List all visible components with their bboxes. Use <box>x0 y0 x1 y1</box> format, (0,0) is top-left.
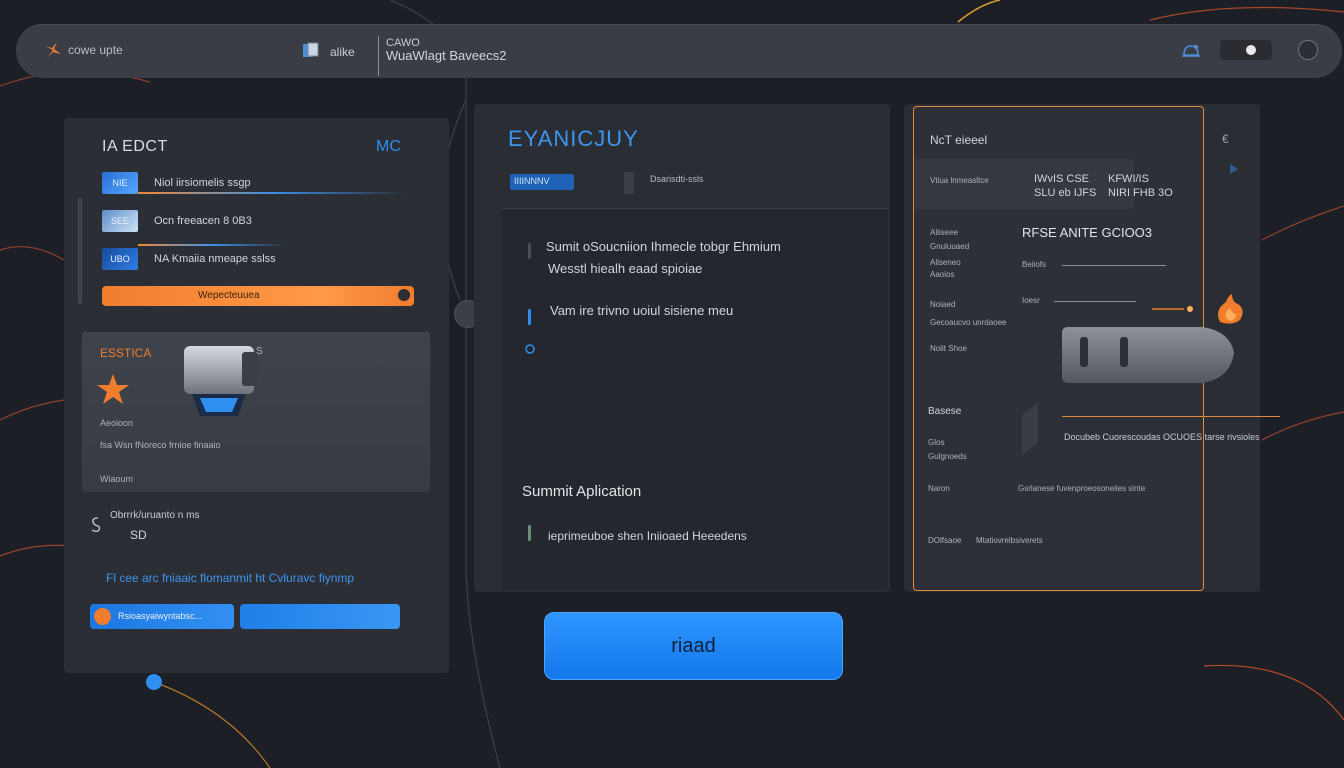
header-col-a: IWvIS CSE <box>1034 173 1090 185</box>
progress-label: Wepecteuuea <box>198 290 260 301</box>
orange-dot-icon <box>94 608 111 625</box>
file-icon[interactable] <box>302 42 320 58</box>
line-marker <box>528 525 531 541</box>
form-line: Vam ire trivno uoiul sisiene meu <box>550 303 734 318</box>
dollar-icon <box>91 517 101 532</box>
application-form: Sumit oSoucniion Ihmecle tobgr Ehmium We… <box>502 208 888 590</box>
top-bar: cowe upte alike CAWO WuaWlagt Baveecs2 <box>16 24 1342 78</box>
tag-icon <box>624 172 634 194</box>
chevron-right-icon[interactable] <box>1230 164 1238 174</box>
row-label: Aliiseee <box>930 228 959 237</box>
flame-icon <box>1218 294 1243 324</box>
brand-name: cowe upte <box>68 43 123 57</box>
card-title: ESSTICA <box>100 346 152 360</box>
center-panel-title: EYANICJUY <box>508 126 639 151</box>
device-icon <box>1022 403 1038 455</box>
form-line: Sumit oSoucniion Ihmecle tobgr Ehmium <box>546 239 781 254</box>
list-item-underline <box>138 192 408 194</box>
form-heading: Summit Aplication <box>522 483 642 500</box>
list-item-thumbnail: SEE <box>102 210 138 232</box>
list-item-label: Ocn freeacen 8 0B3 <box>154 215 252 227</box>
sub-value: SD <box>130 528 147 542</box>
pin-icon <box>525 344 535 354</box>
line-marker <box>528 309 531 325</box>
row-label: Aliseneo <box>930 258 961 267</box>
line-marker <box>528 243 531 259</box>
summary-value: RFSE ANITE GCIOO3 <box>1022 225 1153 240</box>
user-avatar[interactable] <box>1298 40 1318 60</box>
left-panel-scrollbar[interactable] <box>78 198 82 304</box>
list-item-label: NA Kmaiia nmeape sslss <box>154 253 276 265</box>
header-col-b: NIRI FHB 3O <box>1108 187 1173 199</box>
section-row-sub: Mtatiovrelbsiverets <box>976 536 1043 545</box>
section-row-label: Naron <box>928 484 950 493</box>
side-label: € <box>1222 132 1229 146</box>
primary-action-button[interactable]: Rsioasyaiwyntabsc... <box>90 604 234 629</box>
right-panel-title: NcT eieeel <box>930 133 988 147</box>
left-panel: IA EDCT MC NIE Niol iirsiomelis ssgp SEE… <box>64 118 449 673</box>
header-col-b: KFWI/IS <box>1108 173 1149 185</box>
sub-info: Obrrrk/uruanto n ms <box>110 510 200 521</box>
row-value: Aaoios <box>930 270 955 279</box>
device-image <box>184 346 258 416</box>
section-row-label: DOlfsaoe <box>928 536 962 545</box>
card-caption: Aeoioon <box>100 418 134 428</box>
tag-label: Dsarisdti-ssls <box>650 174 704 184</box>
list-item-thumbnail: NIE <box>102 172 138 194</box>
form-line: Wesstl hiealh eaad spioiae <box>548 261 703 276</box>
spark-icon <box>1152 306 1193 312</box>
list-item-underline <box>138 244 288 246</box>
section-row-sub: Gsrlanese fuvenproeosoneiies sinte <box>1018 484 1146 493</box>
row-rule <box>1054 301 1136 302</box>
center-panel: EYANICJUY IIIINNNV Dsarisdti-ssls Sumit … <box>474 104 890 592</box>
header-small: Vtiua lnmeasltce <box>930 176 989 185</box>
toolbar-subtitle: WuaWlagt Baveecs2 <box>386 48 507 63</box>
card-footer: Wiaoum <box>100 474 134 484</box>
primary-action-label: Rsioasyaiwyntabsc... <box>118 611 203 621</box>
status-chip[interactable]: IIIINNNV <box>510 174 574 190</box>
highlight-text: Docubeb Cuorescoudas OCUOES tarse rivsio… <box>1064 432 1260 442</box>
list-item-thumbnail: UBO <box>102 248 138 270</box>
brand[interactable]: cowe upte <box>44 41 123 59</box>
list-item[interactable]: NIE Niol iirsiomelis ssgp <box>102 172 414 194</box>
notification-icon[interactable] <box>1180 41 1202 61</box>
row-value: Beiiofs <box>1022 260 1047 269</box>
right-panel: NcT eieeel Vtiua lnmeasltce IWvIS CSE KF… <box>913 106 1234 591</box>
list-item[interactable]: UBO NA Kmaiia nmeape sslss <box>102 244 414 270</box>
info-note: Fl cee arc fniaaic flomanmit ht Cvluravc… <box>106 571 355 585</box>
theme-toggle-knob[interactable] <box>1242 41 1260 59</box>
section-row-sub: Gulgnoeds <box>928 452 967 461</box>
card-badge: S <box>256 346 263 357</box>
toolbar-divider <box>378 36 379 76</box>
row-sub: Gecoaucvo unrdaoee <box>930 318 1007 327</box>
row-rule <box>1062 265 1166 266</box>
progress-handle[interactable] <box>396 287 412 303</box>
workspace-label[interactable]: alike <box>330 45 355 59</box>
left-panel-title-right[interactable]: MC <box>376 138 401 156</box>
product-card[interactable]: ESSTICA S Aeoioon fsa Wsn fNoreco frnioe… <box>82 332 430 492</box>
list-item[interactable]: SEE Ocn freeacen 8 0B3 <box>102 210 414 232</box>
star-icon[interactable] <box>96 372 130 406</box>
secondary-action-button[interactable] <box>240 604 400 629</box>
left-panel-title: IA EDCT <box>102 138 168 155</box>
device-image <box>1062 327 1234 383</box>
row-label: Nolit Shoe <box>930 344 967 353</box>
form-footer-line: ieprimeuboe shen Iniioaed Heeedens <box>548 529 747 543</box>
row-label: Noiaed <box>930 300 956 309</box>
connector-node <box>146 674 162 690</box>
progress-bar[interactable]: Wepecteuuea <box>102 286 414 306</box>
highlight-rule <box>1062 416 1280 417</box>
section-row-label: Glos <box>928 438 945 447</box>
row-sub: Gnuluuaed <box>930 242 970 251</box>
header-col-a: SLU eb IJFS <box>1034 187 1097 199</box>
read-button[interactable]: riaad <box>544 612 843 680</box>
section-title: Basese <box>928 406 962 417</box>
status-chip-label: IIIINNNV <box>514 176 550 186</box>
card-meta: fsa Wsn fNoreco frnioe finaaio <box>100 440 221 450</box>
brand-logo-icon <box>45 42 61 57</box>
row-value: Ioesr <box>1022 296 1040 305</box>
list-item-label: Niol iirsiomelis ssgp <box>154 177 251 189</box>
